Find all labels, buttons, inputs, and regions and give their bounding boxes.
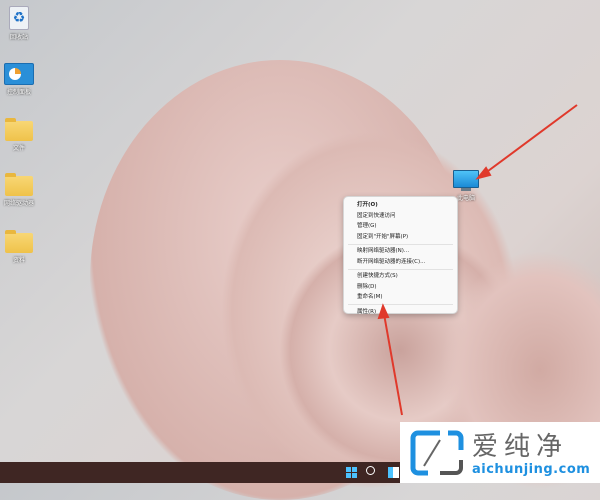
arrowhead bbox=[475, 166, 492, 180]
arrowhead bbox=[377, 303, 390, 320]
annotation-arrows bbox=[377, 104, 578, 416]
arrow-to-properties bbox=[383, 313, 403, 416]
task-view-icon[interactable] bbox=[388, 467, 399, 478]
watermark-url: aichunjing.com bbox=[472, 462, 591, 477]
watermark-brand: 爱纯净 bbox=[472, 432, 569, 462]
search-icon[interactable] bbox=[366, 466, 375, 475]
arrow-to-this-pc bbox=[483, 104, 578, 175]
watermark: 爱纯净 aichunjing.com bbox=[400, 422, 600, 483]
watermark-logo bbox=[410, 430, 464, 476]
start-button[interactable] bbox=[346, 467, 357, 478]
